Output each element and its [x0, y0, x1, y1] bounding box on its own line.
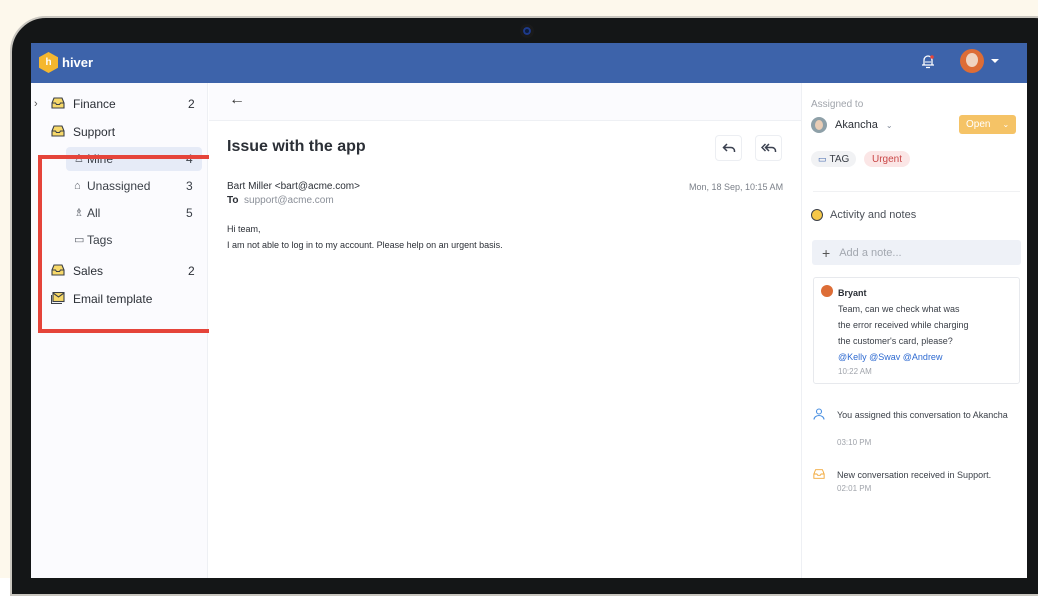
activity-time: 03:10 PM — [837, 438, 872, 447]
tag-icon: ▭ — [818, 153, 827, 164]
activity-text: New conversation received in Support. — [837, 470, 992, 480]
inbox-icon — [51, 97, 65, 109]
message-body-line: Hi team, — [227, 224, 261, 234]
sidebar-item-finance[interactable]: › Finance 2 — [31, 91, 208, 117]
to-label: To — [227, 195, 239, 206]
note-text-line: Team, can we check what was — [838, 304, 960, 314]
assigned-label: Assigned to — [811, 99, 864, 110]
activity-header: Activity and notes — [811, 209, 916, 221]
sidebar: › Finance 2 Support ♙ Mine 4 ⌂ Unassigne… — [31, 83, 216, 578]
chevron-down-icon: ⌄ — [1002, 120, 1010, 129]
status-label: Open — [966, 119, 991, 130]
back-arrow-icon[interactable]: ← — [229, 91, 245, 109]
sidebar-item-label: Support — [73, 125, 116, 139]
inbox-icon — [51, 125, 65, 137]
urgent-tag-chip[interactable]: Urgent — [864, 151, 911, 167]
highlight-box — [38, 155, 216, 333]
note-author-avatar — [821, 285, 833, 297]
plus-icon: + — [822, 244, 831, 261]
chevron-right-icon[interactable]: › — [34, 98, 38, 110]
note-card: Bryant Team, can we check what was the e… — [813, 277, 1020, 384]
note-mentions[interactable]: @Kelly @Swav @Andrew — [838, 352, 942, 362]
tag-chip[interactable]: ▭ TAG — [811, 151, 857, 167]
reply-icon — [721, 143, 735, 152]
user-avatar[interactable] — [960, 49, 984, 73]
recipient: To support@acme.com — [227, 195, 334, 206]
add-note-input[interactable]: + Add a note... — [812, 240, 1021, 265]
tag-label: TAG — [829, 153, 850, 165]
reply-button[interactable] — [715, 135, 742, 161]
message-body-line: I am not able to log in to my account. P… — [227, 240, 503, 250]
camera-icon — [520, 24, 534, 38]
tag-label: Urgent — [872, 153, 903, 165]
status-dropdown[interactable]: Open ⌄ — [959, 115, 1016, 134]
message-date: Mon, 18 Sep, 10:15 AM — [689, 182, 784, 192]
sidebar-item-label: Finance — [73, 97, 116, 111]
details-panel: Assigned to Akancha ⌄ Open ⌄ ▭ TAG Urgen… — [801, 83, 1027, 578]
assignee-avatar — [811, 117, 827, 133]
sidebar-item-support[interactable]: Support — [31, 119, 208, 145]
sender: Bart Miller <bart@acme.com> — [227, 181, 360, 192]
assignee-dropdown[interactable]: Akancha ⌄ — [811, 117, 893, 133]
chevron-down-icon: ⌄ — [885, 120, 893, 130]
recipient-address: support@acme.com — [244, 195, 334, 206]
note-text-line: the customer's card, please? — [838, 336, 953, 346]
history-icon — [811, 209, 823, 221]
conversation-subject: Issue with the app — [227, 138, 366, 155]
conversation-header: ← — [209, 83, 801, 121]
note-time: 10:22 AM — [838, 367, 872, 376]
add-note-placeholder: Add a note... — [839, 246, 902, 259]
note-text-line: the error received while charging — [838, 320, 969, 330]
inbox-icon — [813, 469, 825, 479]
bell-icon[interactable] — [921, 54, 935, 70]
activity-time: 02:01 PM — [837, 484, 872, 493]
sidebar-item-count: 2 — [188, 97, 195, 111]
user-assign-icon — [813, 408, 825, 420]
top-bar: h hiver — [31, 43, 1027, 83]
reply-all-button[interactable] — [755, 135, 782, 161]
activity-title: Activity and notes — [830, 209, 917, 221]
logo[interactable]: h hiver — [39, 52, 93, 73]
activity-text: You assigned this conversation to Akanch… — [837, 410, 1008, 420]
divider — [813, 191, 1020, 192]
app-screen: h hiver › Finance 2 Support ♙ Mine 4 ⌂ U… — [31, 43, 1027, 578]
assignee-name: Akancha — [835, 119, 878, 131]
conversation-pane: ← Issue with the app Bart Miller <bart@a… — [209, 83, 801, 578]
reply-all-icon — [760, 143, 776, 152]
logo-icon: h — [39, 52, 58, 73]
caret-down-icon[interactable] — [991, 59, 999, 63]
logo-text: hiver — [62, 55, 94, 70]
note-author: Bryant — [838, 288, 867, 298]
